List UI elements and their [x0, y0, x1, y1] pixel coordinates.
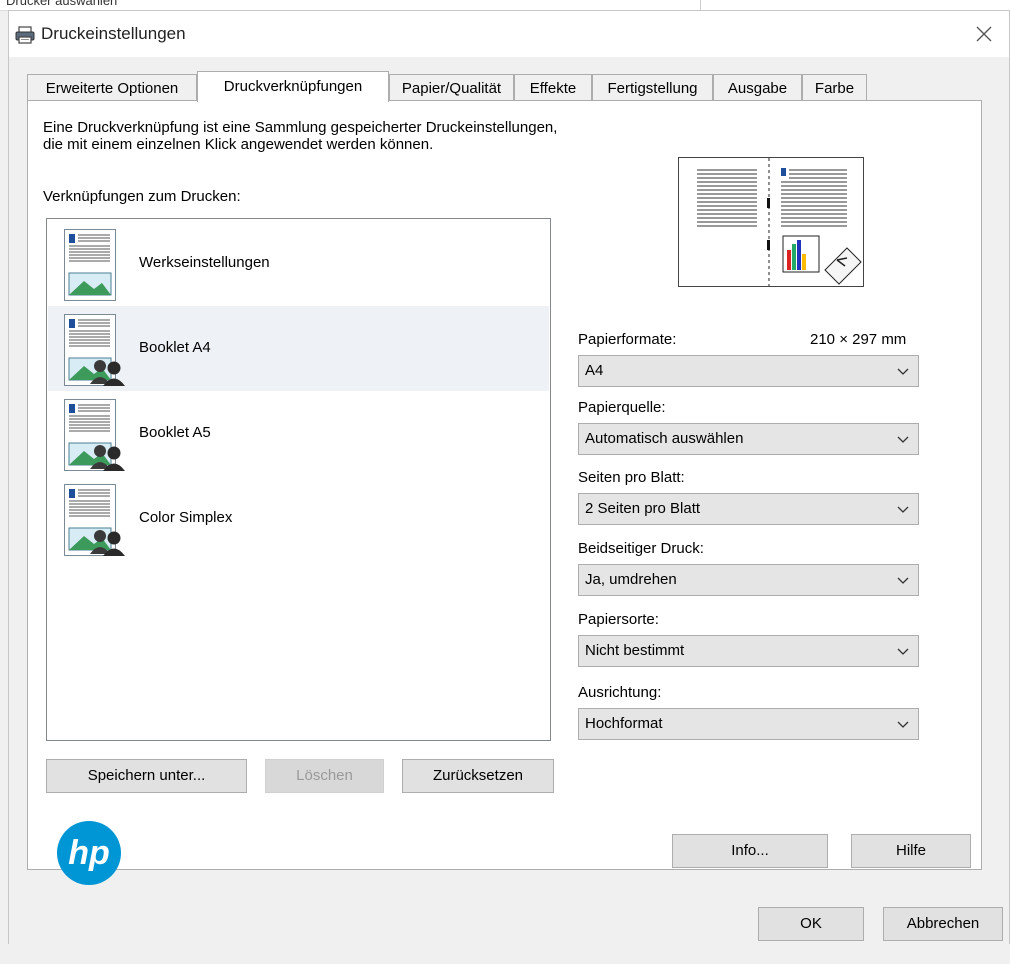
close-icon — [976, 26, 992, 42]
tab-label: Fertigstellung — [607, 80, 698, 97]
close-button[interactable] — [969, 19, 999, 49]
tab-label: Farbe — [814, 80, 855, 97]
tab-erweiterte-optionen[interactable]: Erweiterte Optionen — [27, 74, 197, 101]
hp-logo: hp — [57, 821, 121, 885]
booklet-preview-icon — [697, 158, 862, 286]
document-users-icon — [64, 314, 125, 386]
reset-button[interactable]: Zurücksetzen — [402, 759, 554, 793]
select-value: Ja, umdrehen — [585, 571, 677, 588]
save-as-button[interactable]: Speichern unter... — [46, 759, 247, 793]
tab-label: Effekte — [529, 80, 577, 97]
tab-druckverknuepfungen[interactable]: Druckverknüpfungen — [197, 71, 389, 102]
paper-size-value: 210 × 297 mm — [810, 331, 907, 348]
document-users-icon — [64, 484, 125, 556]
background-window-right — [700, 0, 1010, 10]
chevron-down-icon — [897, 436, 909, 443]
tab-effekte[interactable]: Effekte — [514, 74, 592, 101]
select-value: Nicht bestimmt — [585, 642, 685, 659]
list-item-label: Werkseinstellungen — [139, 254, 270, 271]
chevron-down-icon — [897, 506, 909, 513]
paper-type-select[interactable]: Nicht bestimmt — [578, 635, 919, 667]
list-item-color-simplex[interactable]: Color Simplex — [48, 476, 549, 561]
shortcuts-list[interactable]: Werkseinstellungen Booklet A4 Booklet A5… — [46, 218, 551, 741]
cancel-button[interactable]: Abbrechen — [883, 907, 1003, 941]
tab-fertigstellung[interactable]: Fertigstellung — [592, 74, 713, 101]
description-line: Eine Druckverknüpfung ist eine Sammlung … — [43, 119, 558, 136]
window-title: Druckeinstellungen — [41, 24, 186, 43]
select-value: Automatisch auswählen — [585, 430, 744, 447]
shortcuts-panel: Eine Druckverknüpfung ist eine Sammlung … — [27, 100, 982, 885]
tab-label: Ausgabe — [727, 80, 788, 97]
paper-format-select[interactable]: A4 — [578, 355, 919, 387]
document-landscape-icon — [64, 229, 116, 301]
dialog-content: Erweiterte Optionen Druckverknüpfungen P… — [9, 57, 1009, 899]
paper-source-label: Papierquelle: — [578, 399, 666, 416]
list-item-werkseinstellungen[interactable]: Werkseinstellungen — [48, 221, 549, 306]
printer-icon — [15, 26, 35, 44]
background-window-text: Drucker auswählen — [6, 0, 118, 8]
chevron-down-icon — [897, 648, 909, 655]
orientation-select[interactable]: Hochformat — [578, 708, 919, 740]
paper-type-label: Papiersorte: — [578, 611, 659, 628]
document-users-icon — [64, 399, 125, 471]
info-button[interactable]: Info... — [672, 834, 828, 868]
shortcuts-description: Eine Druckverknüpfung ist eine Sammlung … — [43, 119, 663, 153]
paper-format-label: Papierformate: — [578, 331, 677, 348]
delete-button[interactable]: Löschen — [265, 759, 384, 793]
tab-label: Druckverknüpfungen — [223, 78, 363, 95]
tab-ausgabe[interactable]: Ausgabe — [713, 74, 802, 101]
orientation-label: Ausrichtung: — [578, 684, 662, 701]
pages-per-sheet-label: Seiten pro Blatt: — [578, 469, 685, 486]
select-value: Hochformat — [585, 715, 663, 732]
description-line: die mit einem einzelnen Klick angewendet… — [43, 136, 434, 153]
tab-papier-qualitaet[interactable]: Papier/Qualität — [389, 74, 514, 101]
layout-preview — [678, 157, 864, 287]
list-item-label: Booklet A4 — [139, 339, 211, 356]
select-value: 2 Seiten pro Blatt — [585, 500, 701, 517]
title-bar: Druckeinstellungen — [9, 11, 1009, 57]
tab-label: Erweiterte Optionen — [45, 80, 179, 97]
tab-farbe[interactable]: Farbe — [802, 74, 867, 101]
list-item-label: Booklet A5 — [139, 424, 211, 441]
list-item-label: Color Simplex — [139, 509, 233, 526]
print-settings-dialog: Druckeinstellungen Erweiterte Optionen D… — [8, 10, 1010, 945]
tab-label: Papier/Qualität — [401, 80, 502, 97]
dialog-button-bar: OK Abbrechen — [9, 899, 1009, 945]
duplex-label: Beidseitiger Druck: — [578, 540, 704, 557]
shortcuts-list-label: Verknüpfungen zum Drucken: — [43, 188, 241, 205]
chevron-down-icon — [897, 368, 909, 375]
list-item-booklet-a5[interactable]: Booklet A5 — [48, 391, 549, 476]
chevron-down-icon — [897, 577, 909, 584]
ok-button[interactable]: OK — [758, 907, 864, 941]
select-value: A4 — [585, 362, 604, 379]
help-button[interactable]: Hilfe — [851, 834, 971, 868]
duplex-select[interactable]: Ja, umdrehen — [578, 564, 919, 596]
pages-per-sheet-select[interactable]: 2 Seiten pro Blatt — [578, 493, 919, 525]
paper-source-select[interactable]: Automatisch auswählen — [578, 423, 919, 455]
chevron-down-icon — [897, 721, 909, 728]
list-item-booklet-a4[interactable]: Booklet A4 — [48, 306, 549, 391]
svg-text:hp: hp — [68, 834, 110, 872]
